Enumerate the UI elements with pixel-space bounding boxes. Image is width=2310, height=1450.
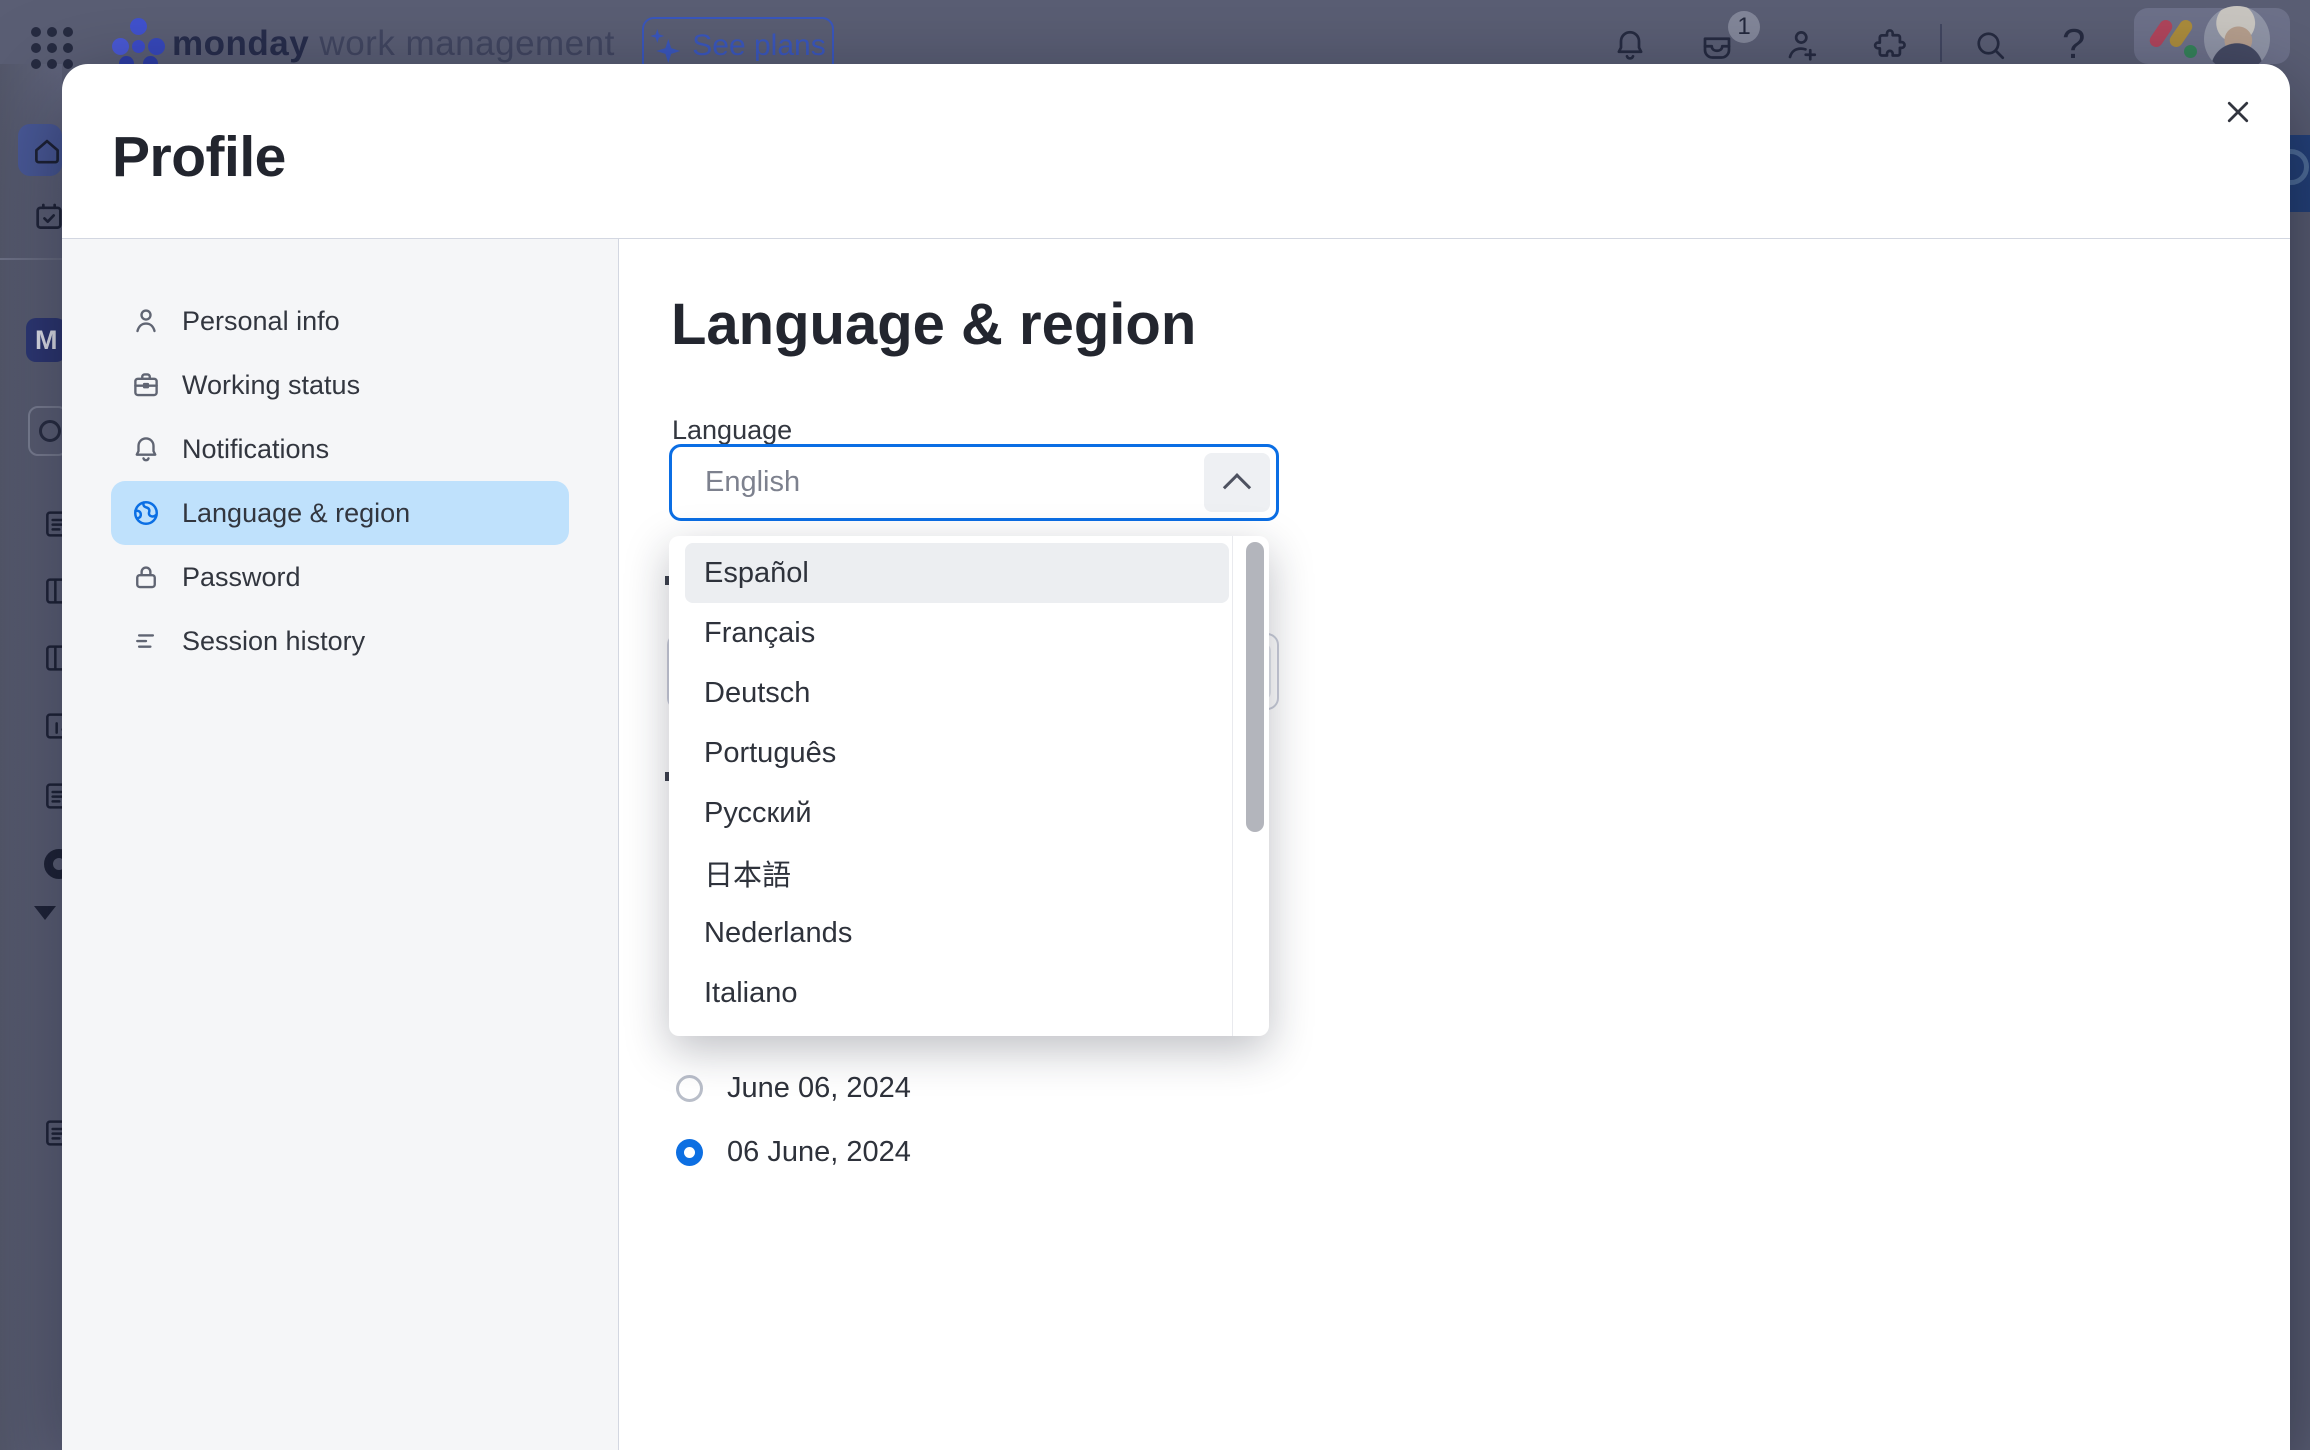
modal-body: Personal info Working status Notificatio…: [62, 239, 2290, 1450]
topbar-divider: [1940, 24, 1942, 62]
language-option-italiano[interactable]: Italiano: [685, 963, 1229, 1023]
profile-modal: Profile Personal info Working status Not…: [62, 64, 2290, 1450]
sidebar-item-working-status[interactable]: Working status: [111, 353, 569, 417]
apps-marketplace-puzzle-icon[interactable]: [1872, 27, 1908, 63]
home-icon[interactable]: [30, 134, 64, 168]
language-option-nihongo[interactable]: 日本語: [685, 843, 1229, 903]
language-option-nederlands[interactable]: Nederlands: [685, 903, 1229, 963]
settings-content: Language & region Language English Españ…: [619, 239, 2290, 1450]
notifications-bell-icon[interactable]: [1612, 27, 1648, 63]
lock-icon: [131, 562, 161, 592]
help-floating-button-fragment[interactable]: [2289, 135, 2310, 212]
sidebar-item-language-region[interactable]: Language & region: [111, 481, 569, 545]
brand-rest: work management: [309, 24, 615, 63]
workspace-left-panel: [0, 64, 62, 1450]
person-icon: [131, 306, 161, 336]
scrollbar-thumb[interactable]: [1246, 542, 1264, 832]
language-option-russkiy[interactable]: Русский: [685, 783, 1229, 843]
brand-bold: monday: [172, 24, 310, 63]
apps-grid-icon[interactable]: [31, 27, 73, 69]
close-icon[interactable]: [2216, 90, 2260, 134]
sidebar-item-label: Password: [182, 561, 301, 592]
collapse-caret-icon[interactable]: [34, 906, 56, 920]
language-dropdown-panel: Español Français Deutsch Português Русск…: [669, 536, 1269, 1036]
language-option-deutsch[interactable]: Deutsch: [685, 663, 1229, 723]
sparkle-icon: [650, 29, 681, 63]
invite-members-icon[interactable]: [1784, 27, 1820, 63]
inbox-unread-badge: 1: [1728, 11, 1760, 43]
modal-title: Profile: [112, 125, 286, 189]
sidebar-item-label: Personal info: [182, 305, 340, 336]
sidebar-item-password[interactable]: Password: [111, 545, 569, 609]
sidebar-item-label: Working status: [182, 369, 361, 400]
briefcase-icon: [131, 370, 161, 400]
sidebar-item-session-history[interactable]: Session history: [111, 609, 569, 673]
language-option-portugues[interactable]: Português: [685, 723, 1229, 783]
radio-selected-icon[interactable]: [676, 1138, 703, 1166]
lifebuoy-icon: [2289, 149, 2309, 185]
monday-logo-icon[interactable]: [108, 14, 165, 71]
sidebar-item-personal-info[interactable]: Personal info: [111, 289, 569, 353]
history-icon: [131, 626, 161, 656]
help-icon[interactable]: ?: [2062, 20, 2085, 68]
search-icon: [39, 420, 61, 442]
sidebar-item-label: Notifications: [182, 433, 330, 464]
language-option-francais[interactable]: Français: [685, 603, 1229, 663]
language-label: Language: [672, 415, 793, 445]
search-icon[interactable]: [1972, 27, 2008, 63]
workspace-avatar[interactable]: M: [26, 318, 66, 362]
bell-icon: [131, 434, 161, 464]
my-work-icon[interactable]: [32, 200, 66, 234]
scrollbar-track: [1232, 536, 1233, 1036]
language-select[interactable]: English: [669, 444, 1279, 521]
language-select-value: English: [705, 466, 801, 498]
language-option-espanol[interactable]: Español: [685, 543, 1229, 603]
settings-sidebar: Personal info Working status Notificatio…: [62, 239, 619, 1450]
date-format-option-dmy[interactable]: 06 June, 2024: [676, 1136, 911, 1168]
date-format-option-mdy[interactable]: June 06, 2024: [676, 1072, 911, 1104]
screen: monday work management See plans 1 ? M P…: [0, 0, 2310, 1450]
sidebar-item-label: Language & region: [182, 497, 411, 528]
sidebar-item-label: Session history: [182, 625, 366, 656]
chevron-up-icon[interactable]: [1204, 453, 1270, 512]
radio-unselected-icon[interactable]: [676, 1074, 703, 1102]
brand-title: monday work management: [172, 24, 615, 64]
sidebar-item-notifications[interactable]: Notifications: [111, 417, 569, 481]
user-avatar[interactable]: [2204, 6, 2270, 72]
page-title: Language & region: [671, 292, 1197, 357]
globe-icon: [131, 498, 161, 528]
leftnav-divider: [0, 258, 62, 260]
monday-mark-icon: [2184, 45, 2197, 58]
modal-header: Profile: [62, 64, 2290, 239]
see-plans-label: See plans: [692, 29, 826, 62]
